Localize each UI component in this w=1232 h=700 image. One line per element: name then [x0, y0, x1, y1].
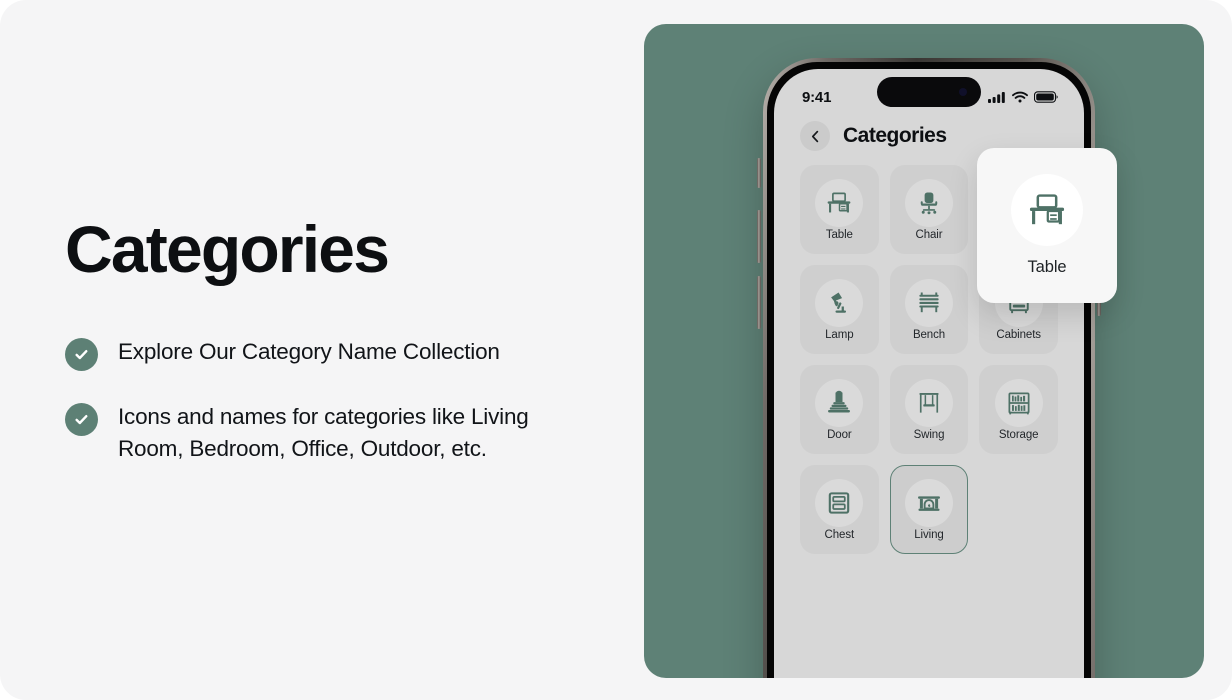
category-label: Chest [824, 528, 855, 541]
category-label: Lamp [825, 328, 854, 341]
battery-icon [1034, 91, 1058, 103]
cellular-signal-icon [988, 92, 1005, 103]
bullet-text: Icons and names for categories like Livi… [118, 404, 529, 461]
category-tile-bench[interactable]: Bench [889, 265, 969, 354]
bookshelf-icon [994, 378, 1043, 427]
category-label: Table [825, 228, 853, 241]
slide-root: Categories Explore Our Category Name Col… [0, 0, 1232, 700]
screen-title: Categories [843, 124, 947, 147]
list-item: Icons and names for categories like Livi… [65, 401, 605, 464]
category-label: Cabinets [996, 328, 1041, 341]
page-title: Categories [65, 212, 390, 286]
category-label: Chair [915, 228, 943, 241]
category-label: Storage [998, 428, 1039, 441]
lamp-icon [815, 278, 864, 327]
dynamic-island [877, 77, 981, 107]
back-button[interactable] [800, 121, 830, 151]
volume-down-button[interactable] [757, 276, 761, 329]
category-tile-swing[interactable]: Swing [889, 365, 969, 454]
floating-card-label: Table [1027, 258, 1067, 276]
list-item: Explore Our Category Name Collection [65, 336, 605, 372]
swing-icon [904, 378, 953, 427]
category-tile-living[interactable]: Living [889, 465, 969, 554]
volume-up-button[interactable] [757, 210, 761, 263]
silent-switch-button[interactable] [757, 158, 761, 188]
category-label: Bench [912, 328, 946, 341]
category-label: Living [914, 528, 944, 541]
desk-icon [815, 178, 864, 227]
chevron-left-icon [811, 130, 818, 142]
desk-icon [1011, 174, 1083, 246]
bullet-list: Explore Our Category Name Collection Ico… [65, 336, 605, 464]
status-time: 9:41 [802, 88, 832, 106]
chest-icon [815, 478, 864, 527]
bench-icon [904, 278, 953, 327]
front-camera-icon [959, 88, 967, 96]
chair-icon [904, 178, 953, 227]
category-tile-chair[interactable]: Chair [889, 165, 969, 254]
status-indicators [988, 91, 1058, 103]
bullet-text: Explore Our Category Name Collection [118, 339, 500, 365]
check-badge-icon [65, 338, 98, 372]
left-content-column: Categories Explore Our Category Name Col… [65, 212, 605, 494]
floating-category-card[interactable]: Table [977, 148, 1117, 303]
fireplace-icon [904, 478, 953, 527]
category-tile-lamp[interactable]: Lamp [800, 265, 879, 354]
wifi-icon [1012, 91, 1028, 103]
category-tile-storage[interactable]: Storage [979, 365, 1058, 454]
category-tile-chest[interactable]: Chest [800, 465, 879, 554]
status-bar: 9:41 [774, 69, 1084, 115]
door-icon [815, 378, 864, 427]
check-badge-icon [65, 403, 98, 437]
category-label: Door [827, 428, 852, 441]
category-tile-door[interactable]: Door [800, 365, 879, 454]
bottom-mask [0, 678, 1232, 700]
category-tile-table[interactable]: Table [800, 165, 879, 254]
category-label: Swing [913, 428, 945, 441]
